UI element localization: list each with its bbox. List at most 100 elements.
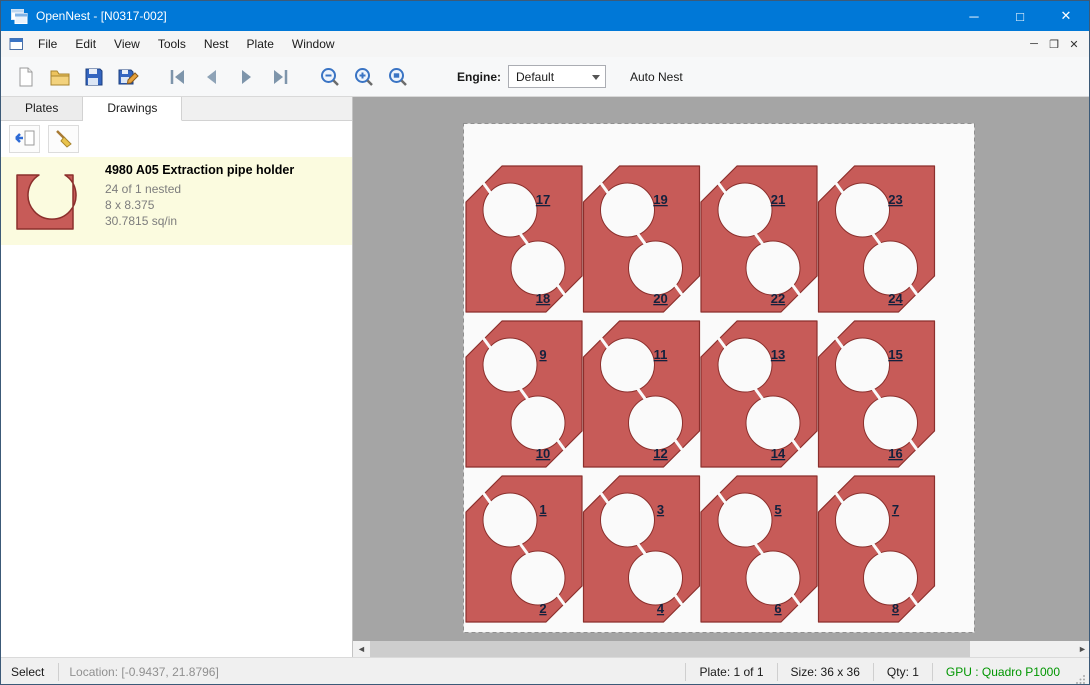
horizontal-scrollbar[interactable]: ◄ ► xyxy=(353,641,1090,657)
menu-nest[interactable]: Nest xyxy=(195,31,238,57)
pipe-hole-cutout xyxy=(601,493,655,547)
zoom-out-button[interactable] xyxy=(313,61,347,93)
part-number-label: 12 xyxy=(653,446,667,461)
drawing-title: 4980 A05 Extraction pipe holder xyxy=(105,163,294,177)
app-window: OpenNest - [N0317-002] ─ □ ✕ File Edit V… xyxy=(0,0,1090,685)
pipe-hole-cutout xyxy=(836,338,890,392)
mdi-minimize-button[interactable]: ─ xyxy=(1024,38,1044,50)
nav-first-icon xyxy=(167,66,189,88)
pipe-hole-cutout xyxy=(511,551,565,605)
part-number-label: 2 xyxy=(539,601,546,616)
clear-drawings-button[interactable] xyxy=(48,125,79,153)
pipe-hole-cutout xyxy=(629,551,683,605)
broom-icon xyxy=(52,128,76,150)
previous-plate-button[interactable] xyxy=(195,61,229,93)
save-button[interactable] xyxy=(77,61,111,93)
menu-plate[interactable]: Plate xyxy=(238,31,283,57)
drawing-nested-count: 24 of 1 nested xyxy=(105,181,294,197)
part-number-label: 9 xyxy=(539,347,546,362)
status-bar: Select Location: [-0.9437, 21.8796] Plat… xyxy=(1,657,1089,685)
resize-grip[interactable] xyxy=(1073,658,1089,685)
pipe-hole-cutout xyxy=(746,551,800,605)
plate-sheet[interactable]: 1718 1920 2122 2324 xyxy=(463,123,975,633)
menu-edit[interactable]: Edit xyxy=(66,31,105,57)
auto-nest-label[interactable]: Auto Nest xyxy=(630,70,683,84)
engine-label: Engine: xyxy=(457,70,501,84)
nest-pair[interactable]: 2324 xyxy=(819,166,935,312)
mdi-close-button[interactable]: ✕ xyxy=(1064,38,1084,51)
drawings-panel: Plates Drawings 4980 A05 Ext xyxy=(1,97,353,657)
part-number-label: 7 xyxy=(892,502,899,517)
import-drawing-icon xyxy=(13,128,37,150)
zoom-in-button[interactable] xyxy=(347,61,381,93)
import-drawing-button[interactable] xyxy=(9,125,40,153)
cursor-location: Location: [-0.9437, 21.8796] xyxy=(59,665,228,679)
nest-pair[interactable]: 34 xyxy=(584,476,700,622)
zoom-extents-button[interactable] xyxy=(381,61,415,93)
pipe-hole-cutout xyxy=(483,493,537,547)
minimize-button[interactable]: ─ xyxy=(951,1,997,31)
nest-pair[interactable]: 12 xyxy=(466,476,582,622)
plate-count-status: Plate: 1 of 1 xyxy=(685,663,776,681)
engine-select[interactable]: Default xyxy=(508,65,606,88)
nest-pair[interactable]: 11 12 xyxy=(584,321,700,467)
nest-pair[interactable]: 1920 xyxy=(584,166,700,312)
tab-plates[interactable]: Plates xyxy=(1,97,83,120)
nest-pair[interactable]: 1314 xyxy=(701,321,817,467)
app-icon xyxy=(10,7,28,25)
nest-pair[interactable]: 1718 xyxy=(466,166,582,312)
menu-view[interactable]: View xyxy=(105,31,149,57)
last-plate-button[interactable] xyxy=(263,61,297,93)
drawing-list-item[interactable]: 4980 A05 Extraction pipe holder 24 of 1 … xyxy=(1,157,352,245)
nest-canvas[interactable]: 1718 1920 2122 2324 xyxy=(353,97,1090,641)
drawing-dimensions: 8 x 8.375 xyxy=(105,197,294,213)
part-number-label: 24 xyxy=(888,291,903,306)
pipe-hole-cutout xyxy=(746,396,800,450)
menu-file[interactable]: File xyxy=(29,31,66,57)
part-number-label: 15 xyxy=(888,347,902,362)
nest-pair[interactable]: 2122 xyxy=(701,166,817,312)
pipe-hole-cutout xyxy=(511,396,565,450)
scrollbar-thumb[interactable] xyxy=(370,641,970,657)
window-title: OpenNest - [N0317-002] xyxy=(36,9,167,23)
menu-window[interactable]: Window xyxy=(283,31,344,57)
grip-dots-icon xyxy=(1076,674,1086,684)
pipe-hole-cutout xyxy=(483,338,537,392)
part-number-label: 17 xyxy=(536,192,550,207)
part-number-label: 16 xyxy=(888,446,902,461)
mdi-restore-button[interactable]: ❐ xyxy=(1044,38,1064,51)
mdi-document-icon[interactable] xyxy=(9,37,24,51)
nest-pair[interactable]: 910 xyxy=(466,321,582,467)
new-file-icon xyxy=(15,66,37,88)
nest-pair[interactable]: 78 xyxy=(819,476,935,622)
save-edit-button[interactable] xyxy=(111,61,145,93)
part-number-label: 20 xyxy=(653,291,667,306)
part-number-label: 11 xyxy=(654,347,668,362)
menu-bar: File Edit View Tools Nest Plate Window ─… xyxy=(1,31,1089,57)
nest-pair[interactable]: 56 xyxy=(701,476,817,622)
nav-previous-icon xyxy=(201,66,223,88)
nest-pair[interactable]: 1516 xyxy=(819,321,935,467)
scroll-left-arrow[interactable]: ◄ xyxy=(353,641,370,657)
toolbar-separator xyxy=(145,61,161,93)
new-file-button[interactable] xyxy=(9,61,43,93)
next-plate-button[interactable] xyxy=(229,61,263,93)
first-plate-button[interactable] xyxy=(161,61,195,93)
open-button[interactable] xyxy=(43,61,77,93)
tab-drawings[interactable]: Drawings xyxy=(83,97,182,121)
zoom-out-icon xyxy=(319,66,341,88)
part-number-label: 19 xyxy=(653,192,667,207)
close-button[interactable]: ✕ xyxy=(1043,1,1089,31)
menu-tools[interactable]: Tools xyxy=(149,31,195,57)
nav-next-icon xyxy=(235,66,257,88)
part-number-label: 3 xyxy=(657,502,664,517)
nav-last-icon xyxy=(269,66,291,88)
gpu-status: GPU : Quadro P1000 xyxy=(932,663,1073,681)
title-bar[interactable]: OpenNest - [N0317-002] ─ □ ✕ xyxy=(1,1,1089,31)
panel-toolbar xyxy=(9,125,79,153)
pipe-hole-cutout xyxy=(629,396,683,450)
chevron-down-icon[interactable] xyxy=(592,75,600,80)
pipe-hole-cutout xyxy=(746,241,800,295)
maximize-button[interactable]: □ xyxy=(997,1,1043,31)
scroll-right-arrow[interactable]: ► xyxy=(1074,641,1090,657)
